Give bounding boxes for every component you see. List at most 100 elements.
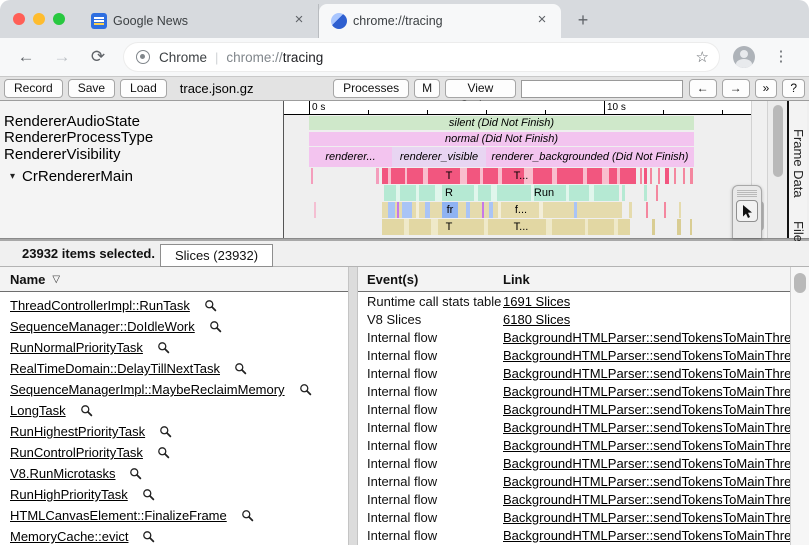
magnifier-icon[interactable] <box>142 488 155 501</box>
profile-avatar[interactable] <box>733 46 755 68</box>
magnifier-icon[interactable] <box>157 446 170 459</box>
save-button[interactable]: Save <box>68 79 115 98</box>
maximize-window-button[interactable] <box>53 13 65 25</box>
event-link[interactable]: BackgroundHTMLParser::sendTokensToMainTh… <box>503 384 790 399</box>
trace-slice <box>405 168 407 184</box>
reload-icon[interactable]: ⟳ <box>84 43 112 71</box>
close-window-button[interactable] <box>13 13 25 25</box>
slice-name-link[interactable]: ThreadControllerImpl::RunTask <box>10 298 190 313</box>
trace-slice <box>622 185 625 201</box>
event-type-label: Internal flow <box>358 492 503 507</box>
event-link[interactable]: BackgroundHTMLParser::sendTokensToMainTh… <box>503 366 790 381</box>
event-link[interactable]: 6180 Slices <box>503 312 570 327</box>
slice-name-link[interactable]: RunHighestPriorityTask <box>10 424 145 439</box>
trace-slice <box>589 185 594 201</box>
event-type-label: Internal flow <box>358 348 503 363</box>
track-label-panel: RendererAudioState RendererProcessType R… <box>0 101 284 238</box>
record-button[interactable]: Record <box>4 79 63 98</box>
event-link[interactable]: 1691 Slices <box>503 294 570 309</box>
event-link[interactable]: BackgroundHTMLParser::sendTokensToMainTh… <box>503 330 790 345</box>
magnifier-icon[interactable] <box>204 299 217 312</box>
trace-slice <box>396 185 400 201</box>
help-button[interactable]: ? <box>782 79 805 98</box>
tab-slices[interactable]: Slices (23932) <box>160 244 273 267</box>
event-link[interactable]: BackgroundHTMLParser::sendTokensToMainTh… <box>503 420 790 435</box>
magnifier-icon[interactable] <box>142 530 155 543</box>
slice-name-link[interactable]: MemoryCache::evict <box>10 529 128 544</box>
tab-tracing[interactable]: chrome://tracing × <box>319 4 561 38</box>
tab-google-news[interactable]: Google News × <box>79 4 319 38</box>
magnifier-icon[interactable] <box>241 509 254 522</box>
slice-name-link[interactable]: RealTimeDomain::DelayTillNextTask <box>10 361 220 376</box>
thread-crrenderermain[interactable]: ▾ CrRendererMain <box>0 167 283 185</box>
find-last-button[interactable]: » <box>755 79 778 98</box>
collapse-arrow-icon[interactable]: ▾ <box>10 168 15 185</box>
state-bar: silent (Did Not Finish) <box>309 116 694 130</box>
scrollbar-thumb[interactable] <box>794 273 806 293</box>
tab-close-icon[interactable]: × <box>290 12 308 30</box>
back-icon[interactable]: ← <box>12 43 40 71</box>
metrics-button[interactable]: M <box>414 79 440 98</box>
slice-name-link[interactable]: LongTask <box>10 403 66 418</box>
bookmark-star-icon[interactable]: ☆ <box>696 48 709 66</box>
magnifier-icon[interactable] <box>129 467 142 480</box>
scrollbar-thumb[interactable] <box>773 105 783 177</box>
event-link[interactable]: BackgroundHTMLParser::sendTokensToMainTh… <box>503 438 790 453</box>
panel-scrollbar[interactable] <box>790 267 809 545</box>
event-link[interactable]: BackgroundHTMLParser::sendTokensToMainTh… <box>503 456 790 471</box>
trace-slice-label: T... <box>502 219 540 235</box>
side-tab-strip: Frame Data File <box>787 101 807 238</box>
tracks-scrollbar[interactable] <box>767 101 787 238</box>
events-table: Event(s) Link Runtime call stats table16… <box>358 267 790 545</box>
trace-slice <box>416 185 419 201</box>
tab-close-icon[interactable]: × <box>533 12 551 30</box>
tab-file[interactable]: File <box>791 221 806 242</box>
event-link[interactable]: BackgroundHTMLParser::sendTokensToMainTh… <box>503 402 790 417</box>
new-tab-button[interactable]: + <box>569 7 597 35</box>
magnifier-icon[interactable] <box>299 383 312 396</box>
magnifier-icon[interactable] <box>157 341 170 354</box>
slice-name-link[interactable]: RunControlPriorityTask <box>10 445 143 460</box>
table-splitter[interactable] <box>348 267 358 545</box>
slice-name-link[interactable]: RunNormalPriorityTask <box>10 340 143 355</box>
find-input[interactable] <box>521 80 683 98</box>
drag-handle[interactable] <box>737 189 757 198</box>
view-options-button[interactable]: View Options <box>445 79 516 98</box>
browser-menu-icon[interactable]: ⋮ <box>767 43 795 71</box>
omnibox-product: Chrome <box>159 50 207 65</box>
slice-name-link[interactable]: HTMLCanvasElement::FinalizeFrame <box>10 508 227 523</box>
event-type-label: Internal flow <box>358 384 503 399</box>
timeline-canvas[interactable]: 0 s10 s silent (Did Not Finish)normal (D… <box>284 101 751 238</box>
load-button[interactable]: Load <box>120 79 167 98</box>
slice-name-link[interactable]: SequenceManager::DoIdleWork <box>10 319 195 334</box>
slice-name-link[interactable]: SequenceManagerImpl::MaybeReclaimMemory <box>10 382 285 397</box>
event-link[interactable]: BackgroundHTMLParser::sendTokensToMainTh… <box>503 474 790 489</box>
address-bar[interactable]: Chrome | chrome:// tracing ☆ <box>124 43 719 71</box>
forward-icon[interactable]: → <box>48 43 76 71</box>
trace-slice <box>574 202 577 218</box>
slice-name-link[interactable]: V8.RunMicrotasks <box>10 466 115 481</box>
slice-name-link[interactable]: RunHighPriorityTask <box>10 487 128 502</box>
magnifier-icon[interactable] <box>209 320 222 333</box>
magnifier-icon[interactable] <box>80 404 93 417</box>
event-link[interactable]: BackgroundHTMLParser::sendTokensToMainTh… <box>503 528 790 543</box>
find-next-button[interactable]: → <box>722 79 750 98</box>
event-link[interactable]: BackgroundHTMLParser::sendTokensToMainTh… <box>503 348 790 363</box>
event-link[interactable]: BackgroundHTMLParser::sendTokensToMainTh… <box>503 510 790 525</box>
magnifier-icon[interactable] <box>159 425 172 438</box>
timeline-ruler: 0 s10 s <box>284 101 751 115</box>
page-info-icon[interactable] <box>136 50 150 64</box>
trace-slice <box>617 168 620 184</box>
table-row: MemoryCache::evict <box>0 526 348 545</box>
processes-button[interactable]: Processes <box>333 79 409 98</box>
ruler-tick <box>486 110 487 114</box>
name-column-header[interactable]: Name ▽ <box>0 267 348 292</box>
magnifier-icon[interactable] <box>234 362 247 375</box>
slice-name-table: Name ▽ ThreadControllerImpl::RunTaskSequ… <box>0 267 348 545</box>
selection-mode-button[interactable] <box>736 200 758 222</box>
minimize-window-button[interactable] <box>33 13 45 25</box>
trace-slice <box>640 168 642 184</box>
tab-frame-data[interactable]: Frame Data <box>791 129 806 198</box>
event-link[interactable]: BackgroundHTMLParser::sendTokensToMainTh… <box>503 492 790 507</box>
find-previous-button[interactable]: ← <box>689 79 717 98</box>
